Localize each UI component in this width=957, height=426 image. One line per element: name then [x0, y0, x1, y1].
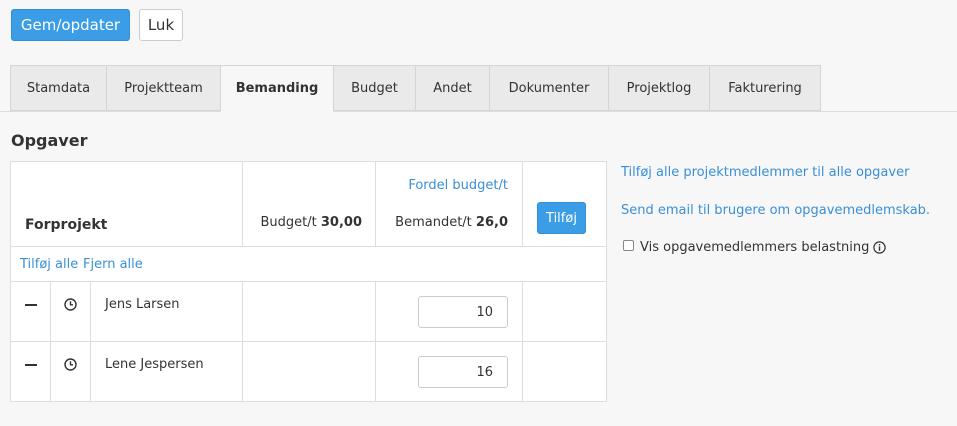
tab-projektlog[interactable]: Projektlog — [608, 65, 710, 111]
divider — [242, 162, 243, 246]
minus-icon[interactable] — [25, 364, 37, 367]
divider — [11, 341, 606, 342]
save-update-button[interactable]: Gem/opdater — [11, 9, 130, 41]
divider — [50, 281, 51, 401]
task-table: Forprojekt Budget/t 30,00 Fordel budget/… — [10, 161, 607, 402]
show-load-label: Vis opgavemedlemmers belastning — [640, 240, 870, 255]
distribute-budget-link[interactable]: Fordel budget/t — [408, 178, 508, 193]
divider — [242, 281, 243, 401]
info-icon[interactable] — [873, 241, 886, 254]
tab-bemanding[interactable]: Bemanding — [220, 65, 334, 112]
divider — [11, 281, 606, 282]
add-member-button[interactable]: Tilføj — [537, 202, 586, 234]
tab-projektteam[interactable]: Projektteam — [106, 65, 221, 111]
tab-dokumenter[interactable]: Dokumenter — [489, 65, 609, 111]
add-all-members-link[interactable]: Tilføj alle projektmedlemmer til alle op… — [621, 165, 909, 180]
divider — [375, 281, 376, 401]
divider — [90, 281, 91, 401]
member-name: Jens Larsen — [105, 297, 180, 312]
staffed-label: Bemandet/t — [395, 215, 472, 230]
tab-budget[interactable]: Budget — [333, 65, 416, 111]
budget-label: Budget/t — [260, 215, 317, 230]
tab-fakturering[interactable]: Fakturering — [709, 65, 821, 111]
minus-icon[interactable] — [25, 304, 37, 307]
staffed-value: 26,0 — [475, 215, 508, 230]
divider — [522, 281, 523, 401]
task-name: Forprojekt — [25, 217, 108, 233]
clock-icon[interactable] — [64, 358, 77, 371]
divider — [522, 162, 523, 246]
clock-icon[interactable] — [64, 298, 77, 311]
divider — [375, 162, 376, 246]
member-name: Lene Jespersen — [105, 357, 204, 372]
add-all-link[interactable]: Tilføj alle — [20, 257, 78, 272]
section-title: Opgaver — [11, 131, 88, 150]
divider — [11, 246, 606, 247]
send-email-link[interactable]: Send email til brugere om opgavemedlemsk… — [621, 203, 930, 218]
budget-value: 30,00 — [320, 215, 362, 230]
member-hours-input[interactable]: 10 — [418, 296, 508, 328]
show-load-checkbox[interactable] — [623, 240, 634, 251]
budget-summary: Budget/t 30,00 — [261, 215, 363, 230]
close-button[interactable]: Luk — [139, 9, 183, 41]
tab-stamdata[interactable]: Stamdata — [10, 65, 107, 111]
tab-andet[interactable]: Andet — [415, 65, 490, 111]
member-hours-input[interactable]: 16 — [418, 356, 508, 388]
tab-bar: Stamdata Projektteam Bemanding Budget An… — [0, 65, 957, 112]
staffed-summary: Bemandet/t 26,0 — [395, 215, 508, 230]
remove-all-link[interactable]: Fjern alle — [83, 257, 143, 272]
